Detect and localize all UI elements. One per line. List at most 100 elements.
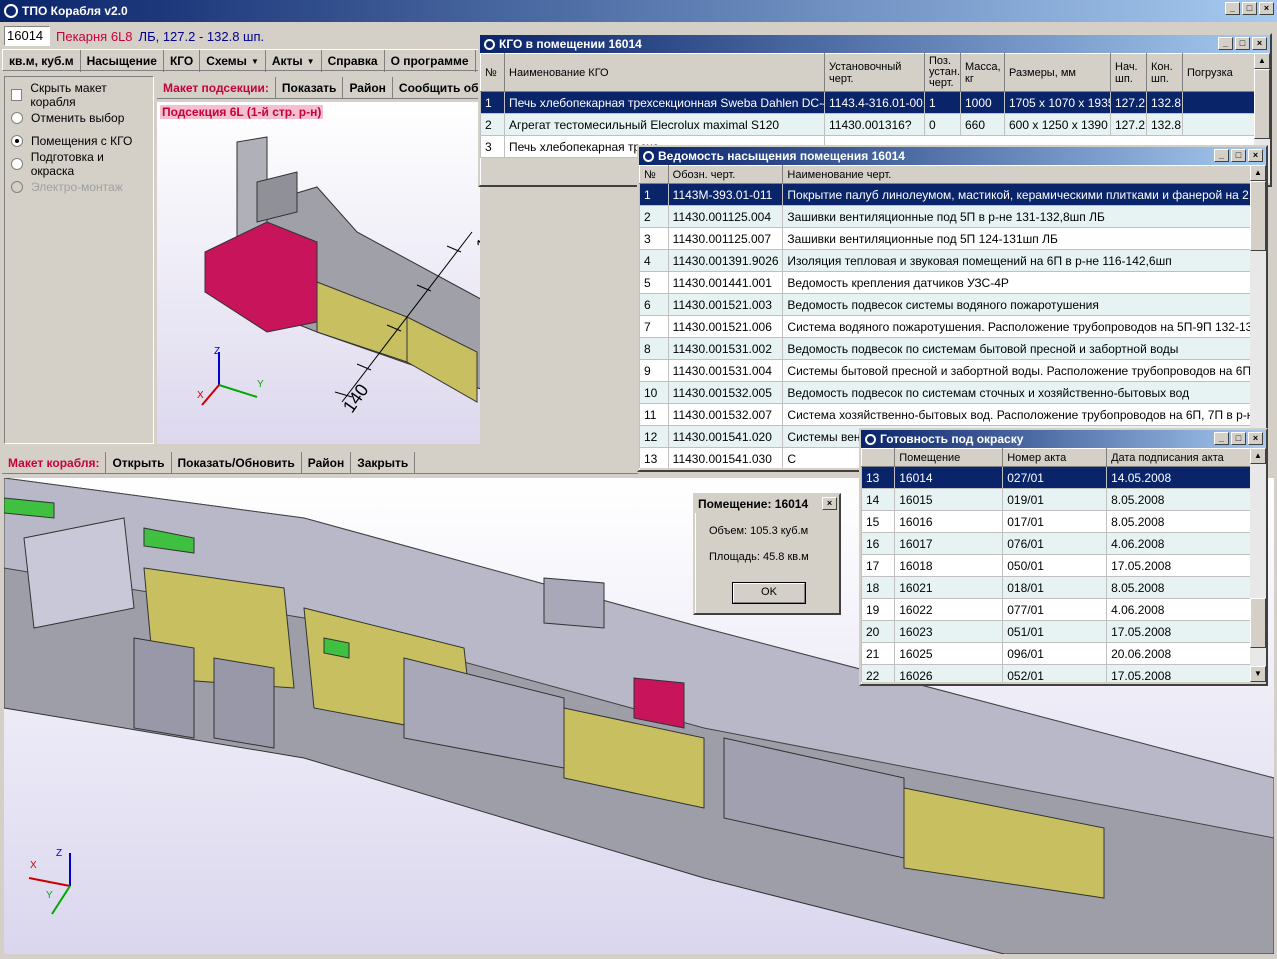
- sat-col-num[interactable]: №: [639, 165, 669, 184]
- minimize-button[interactable]: _: [1218, 37, 1233, 50]
- table-row[interactable]: 5 11430.001441.001 Ведомость крепления дат…: [639, 271, 1266, 294]
- table-row[interactable]: 11 11430.001532.007 Система хозяйственно-б…: [639, 403, 1266, 426]
- paint-scrollbar[interactable]: ▲ ▼: [1250, 448, 1266, 682]
- scroll-thumb[interactable]: [1250, 598, 1266, 648]
- table-row[interactable]: 18 16021 018/01 8.05.2008: [861, 576, 1266, 599]
- show-refresh-button[interactable]: Показать/Обновить: [172, 452, 302, 474]
- kgo-col-mass[interactable]: Масса, кг: [960, 53, 1005, 92]
- close-button[interactable]: ×: [1259, 2, 1274, 15]
- minimize-button[interactable]: _: [1225, 2, 1240, 15]
- table-row[interactable]: 14 16015 019/01 8.05.2008: [861, 488, 1266, 511]
- cell: 050/01: [1002, 554, 1108, 577]
- hide-model-checkbox[interactable]: Скрыть макет корабля: [11, 81, 147, 109]
- close-button[interactable]: ×: [1248, 149, 1263, 162]
- help-button[interactable]: Справка: [322, 50, 385, 72]
- option-cancel[interactable]: Отменить выбор: [11, 106, 147, 129]
- option-painting[interactable]: Подготовка и окраска: [11, 149, 147, 178]
- paint-col-date[interactable]: Дата подписания акта: [1106, 448, 1266, 467]
- saturation-button[interactable]: Насыщение: [81, 50, 164, 72]
- cell: 21: [861, 642, 896, 665]
- ship-district-button[interactable]: Район: [302, 452, 352, 474]
- kgo-col-end[interactable]: Кон. шп.: [1146, 53, 1183, 92]
- close-button[interactable]: ×: [1252, 37, 1267, 50]
- cell: 20: [861, 620, 896, 643]
- about-button[interactable]: О программе: [385, 50, 476, 72]
- table-row[interactable]: 9 11430.001531.004 Системы бытовой пресной…: [639, 359, 1266, 382]
- scroll-up-icon[interactable]: ▲: [1254, 53, 1270, 69]
- table-row[interactable]: 15 16016 017/01 8.05.2008: [861, 510, 1266, 533]
- cell: 017/01: [1002, 510, 1108, 533]
- table-row[interactable]: 16 16017 076/01 4.06.2008: [861, 532, 1266, 555]
- ok-button[interactable]: OK: [732, 582, 806, 604]
- kgo-col-start[interactable]: Нач. шп.: [1110, 53, 1147, 92]
- axis-z-label: Z: [214, 346, 220, 357]
- cell: Изоляция тепловая и звуковая помещений н…: [782, 249, 1266, 272]
- table-row[interactable]: 13 16014 027/01 14.05.2008: [861, 466, 1266, 489]
- cell: 3: [639, 227, 669, 250]
- kgo-col-drawing[interactable]: Установочный черт.: [824, 53, 925, 92]
- saturation-scrollbar[interactable]: ▲: [1250, 165, 1266, 468]
- acts-menu[interactable]: Акты ▼: [266, 50, 322, 72]
- maximize-button[interactable]: □: [1231, 149, 1246, 162]
- room-code-field[interactable]: 16014: [4, 26, 50, 46]
- close-model-button[interactable]: Закрыть: [351, 452, 416, 474]
- kgo-button[interactable]: КГО: [164, 50, 201, 72]
- scroll-thumb[interactable]: [1254, 69, 1270, 139]
- maximize-button[interactable]: □: [1235, 37, 1250, 50]
- paint-title: Готовность под окраску: [880, 432, 1024, 446]
- table-row[interactable]: 6 11430.001521.003 Ведомость подвесок сист…: [639, 293, 1266, 316]
- paint-col-room[interactable]: Помещение: [894, 448, 1004, 467]
- room-header: 16014 Пекарня 6L8 ЛБ, 127.2 - 132.8 шп.: [4, 25, 264, 47]
- app-title: ТПО Корабля v2.0: [22, 4, 128, 18]
- table-row[interactable]: 19 16022 077/01 4.06.2008: [861, 598, 1266, 621]
- table-row[interactable]: 21 16025 096/01 20.06.2008: [861, 642, 1266, 665]
- kgo-col-pos[interactable]: Поз. устан. черт.: [924, 53, 961, 92]
- schemes-label: Схемы: [206, 54, 247, 68]
- close-icon[interactable]: ×: [822, 497, 837, 510]
- cell: 16016: [894, 510, 1004, 533]
- table-row[interactable]: 10 11430.001532.005 Ведомость подвесок по …: [639, 381, 1266, 404]
- table-row[interactable]: 1 Печь хлебопекарная трехсекционная Sweba…: [480, 91, 1270, 114]
- open-button[interactable]: Открыть: [106, 452, 172, 474]
- scroll-up-icon[interactable]: ▲: [1250, 448, 1266, 464]
- sat-col-name[interactable]: Наименование черт.: [782, 165, 1266, 184]
- table-row[interactable]: 3 11430.001125.007 Зашивки вентиляционные …: [639, 227, 1266, 250]
- option-label: Подготовка и окраска: [30, 149, 104, 178]
- scroll-thumb[interactable]: [1250, 181, 1266, 251]
- table-row[interactable]: 22 16026 052/01 17.05.2008: [861, 664, 1266, 682]
- paint-col-num[interactable]: [861, 448, 896, 467]
- axis-z-label: Z: [56, 848, 62, 859]
- cell: 20.06.2008: [1106, 642, 1266, 665]
- cell: 16017: [894, 532, 1004, 555]
- kgo-col-num[interactable]: №: [480, 53, 505, 92]
- subsection-3d-view[interactable]: Подсекция 6L (1-й стр. р-н) 120 140 Z Y …: [157, 102, 480, 444]
- cell: 14: [861, 488, 896, 511]
- report-button[interactable]: Сообщить об: [393, 77, 480, 98]
- maximize-button[interactable]: □: [1231, 432, 1246, 445]
- table-row[interactable]: 20 16023 051/01 17.05.2008: [861, 620, 1266, 643]
- cell: 13: [861, 466, 896, 489]
- table-row[interactable]: 2 11430.001125.004 Зашивки вентиляционные …: [639, 205, 1266, 228]
- paint-col-act[interactable]: Номер акта: [1002, 448, 1108, 467]
- sat-col-code[interactable]: Обозн. черт.: [667, 165, 784, 184]
- table-row[interactable]: 8 11430.001531.002 Ведомость подвесок по с…: [639, 337, 1266, 360]
- cell: 11: [639, 403, 669, 426]
- minimize-button[interactable]: _: [1214, 432, 1229, 445]
- show-button[interactable]: Показать: [276, 77, 344, 98]
- schemes-menu[interactable]: Схемы ▼: [200, 50, 266, 72]
- scroll-down-icon[interactable]: ▼: [1250, 666, 1266, 682]
- table-row[interactable]: 4 11430.001391.9026 Изоляция тепловая и зв…: [639, 249, 1266, 272]
- cell: 127.2: [1110, 113, 1147, 136]
- table-row[interactable]: 17 16018 050/01 17.05.2008: [861, 554, 1266, 577]
- kgo-col-size[interactable]: Размеры, мм: [1004, 53, 1111, 92]
- district-button[interactable]: Район: [343, 77, 393, 98]
- minimize-button[interactable]: _: [1214, 149, 1229, 162]
- close-button[interactable]: ×: [1248, 432, 1263, 445]
- units-button[interactable]: кв.м, куб.м: [3, 50, 81, 72]
- table-row[interactable]: 2 Агрегат тестомесильный Elecrolux maxima…: [480, 113, 1270, 136]
- kgo-col-name[interactable]: Наименование КГО: [504, 53, 825, 92]
- table-row[interactable]: 7 11430.001521.006 Система водяного пожаро…: [639, 315, 1266, 338]
- scroll-up-icon[interactable]: ▲: [1250, 165, 1266, 181]
- maximize-button[interactable]: □: [1242, 2, 1257, 15]
- table-row[interactable]: 1 1143М-393.01-011 Покрытие палуб линолеум…: [639, 183, 1266, 206]
